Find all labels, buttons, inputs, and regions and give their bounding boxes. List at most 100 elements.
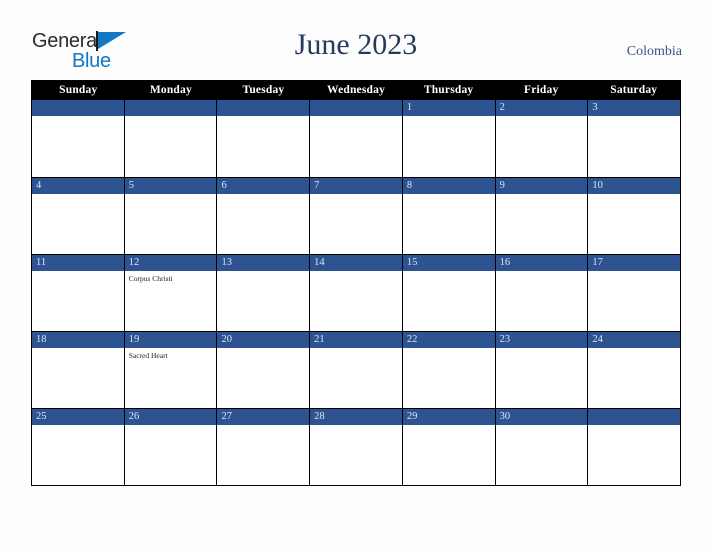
calendar-day-cell[interactable]: 5 bbox=[124, 177, 218, 254]
calendar-day-cell[interactable] bbox=[124, 100, 218, 177]
day-number: 5 bbox=[124, 178, 217, 194]
calendar-day-cell[interactable]: 23 bbox=[495, 331, 589, 408]
calendar-day-cell[interactable]: 21 bbox=[310, 331, 403, 408]
calendar-day-cell[interactable]: 13 bbox=[217, 254, 311, 331]
day-number: 23 bbox=[495, 332, 588, 348]
day-number: 1 bbox=[402, 100, 495, 116]
calendar-day-cell[interactable] bbox=[588, 408, 681, 485]
day-events bbox=[588, 194, 680, 197]
calendar-day-cell[interactable]: 8 bbox=[402, 177, 496, 254]
day-number: 18 bbox=[32, 332, 124, 348]
weekday-header-tuesday: Tuesday bbox=[242, 84, 285, 96]
day-number: 24 bbox=[588, 332, 681, 348]
calendar-day-cell[interactable]: 16 bbox=[495, 254, 589, 331]
day-number: 19 bbox=[124, 332, 217, 348]
calendar-week-row: 11 12 Corpus Christi 13 14 15 16 17 bbox=[32, 254, 681, 331]
calendar-week-row: 123 bbox=[32, 100, 681, 177]
day-number bbox=[217, 100, 310, 116]
day-number: 12 bbox=[124, 255, 217, 271]
calendar-day-cell[interactable]: 6 bbox=[217, 177, 311, 254]
day-events bbox=[496, 194, 588, 197]
day-number bbox=[588, 409, 681, 425]
calendar-day-cell[interactable]: 10 bbox=[588, 177, 681, 254]
calendar-day-cell[interactable]: 3 bbox=[588, 100, 681, 177]
day-events bbox=[125, 194, 217, 197]
calendar-day-cell[interactable]: 27 bbox=[217, 408, 311, 485]
weekday-header-friday: Friday bbox=[523, 84, 559, 96]
calendar-day-cell[interactable]: 1 bbox=[402, 100, 496, 177]
day-events bbox=[310, 271, 402, 274]
region-label: Colombia bbox=[626, 44, 682, 59]
calendar-day-cell[interactable]: 24 bbox=[588, 331, 681, 408]
day-events bbox=[217, 194, 309, 197]
calendar-day-cell[interactable]: 17 bbox=[588, 254, 681, 331]
calendar-day-cell[interactable]: 30 bbox=[495, 408, 589, 485]
calendar-day-cell[interactable]: 25 bbox=[32, 408, 125, 485]
day-events bbox=[496, 271, 588, 274]
calendar-day-cell[interactable]: 19 Sacred Heart bbox=[124, 331, 218, 408]
calendar-day-cell[interactable] bbox=[32, 100, 125, 177]
calendar-grid: Sunday Monday Tuesday Wednesday Thursday… bbox=[31, 80, 681, 486]
calendar-day-cell[interactable]: 26 bbox=[124, 408, 218, 485]
day-events bbox=[588, 348, 680, 351]
calendar-week-row: 18 19 Sacred Heart 20 21 22 23 24 bbox=[32, 331, 681, 408]
day-number: 4 bbox=[32, 178, 124, 194]
day-events bbox=[496, 425, 588, 428]
day-number: 27 bbox=[217, 409, 310, 425]
calendar-day-cell[interactable] bbox=[310, 100, 403, 177]
day-events bbox=[588, 271, 680, 274]
day-events: Corpus Christi bbox=[125, 271, 217, 284]
day-events bbox=[310, 348, 402, 351]
day-events bbox=[32, 271, 124, 274]
day-number: 14 bbox=[310, 255, 402, 271]
calendar-day-cell[interactable]: 11 bbox=[32, 254, 125, 331]
day-number: 7 bbox=[310, 178, 402, 194]
day-events bbox=[310, 116, 402, 119]
day-number: 20 bbox=[217, 332, 310, 348]
day-events bbox=[217, 348, 309, 351]
calendar-day-cell[interactable]: 7 bbox=[310, 177, 403, 254]
day-number: 13 bbox=[217, 255, 310, 271]
calendar-page: General Blue June 2023 Colombia Sunday M… bbox=[0, 0, 712, 550]
day-number: 28 bbox=[310, 409, 402, 425]
calendar-day-cell[interactable] bbox=[217, 100, 311, 177]
calendar-day-cell[interactable]: 18 bbox=[32, 331, 125, 408]
weekday-header-wednesday: Wednesday bbox=[327, 84, 386, 96]
day-events bbox=[403, 425, 495, 428]
day-events bbox=[403, 348, 495, 351]
day-events bbox=[125, 116, 217, 119]
holiday-event-label: Sacred Heart bbox=[128, 351, 168, 360]
day-number: 15 bbox=[402, 255, 495, 271]
calendar-day-cell[interactable]: 20 bbox=[217, 331, 311, 408]
weekday-header-saturday: Saturday bbox=[610, 84, 658, 96]
calendar-day-cell[interactable]: 29 bbox=[402, 408, 496, 485]
calendar-day-cell[interactable]: 4 bbox=[32, 177, 125, 254]
day-events bbox=[217, 116, 309, 119]
day-events bbox=[588, 116, 680, 119]
day-number: 11 bbox=[32, 255, 124, 271]
day-number: 10 bbox=[588, 178, 681, 194]
calendar-day-cell[interactable]: 15 bbox=[402, 254, 496, 331]
weekday-header-monday: Monday bbox=[149, 84, 192, 96]
page-header: General Blue June 2023 Colombia bbox=[0, 0, 712, 78]
day-number: 2 bbox=[495, 100, 588, 116]
day-events bbox=[32, 425, 124, 428]
page-title: June 2023 bbox=[294, 28, 418, 61]
day-number: 3 bbox=[588, 100, 681, 116]
calendar-day-cell[interactable]: 2 bbox=[495, 100, 589, 177]
calendar-day-cell[interactable]: 22 bbox=[402, 331, 496, 408]
day-number: 29 bbox=[402, 409, 495, 425]
calendar-week-row: 25 26 27 28 29 30 bbox=[32, 408, 681, 485]
calendar-day-cell[interactable]: 28 bbox=[310, 408, 403, 485]
day-events bbox=[496, 348, 588, 351]
day-events bbox=[217, 271, 309, 274]
holiday-event-label: Corpus Christi bbox=[128, 274, 173, 283]
calendar-day-cell[interactable]: 9 bbox=[495, 177, 589, 254]
calendar-day-cell[interactable]: 14 bbox=[310, 254, 403, 331]
weekday-header-sunday: Sunday bbox=[59, 84, 98, 96]
day-number: 9 bbox=[495, 178, 588, 194]
day-number: 22 bbox=[402, 332, 495, 348]
calendar-day-cell[interactable]: 12 Corpus Christi bbox=[124, 254, 218, 331]
day-events bbox=[310, 194, 402, 197]
calendar-weeks: 1 2 3 4 5 6 7 8 9 10 11 12 Corpus Christi 13 14 15 16 17 1… bbox=[32, 100, 681, 485]
